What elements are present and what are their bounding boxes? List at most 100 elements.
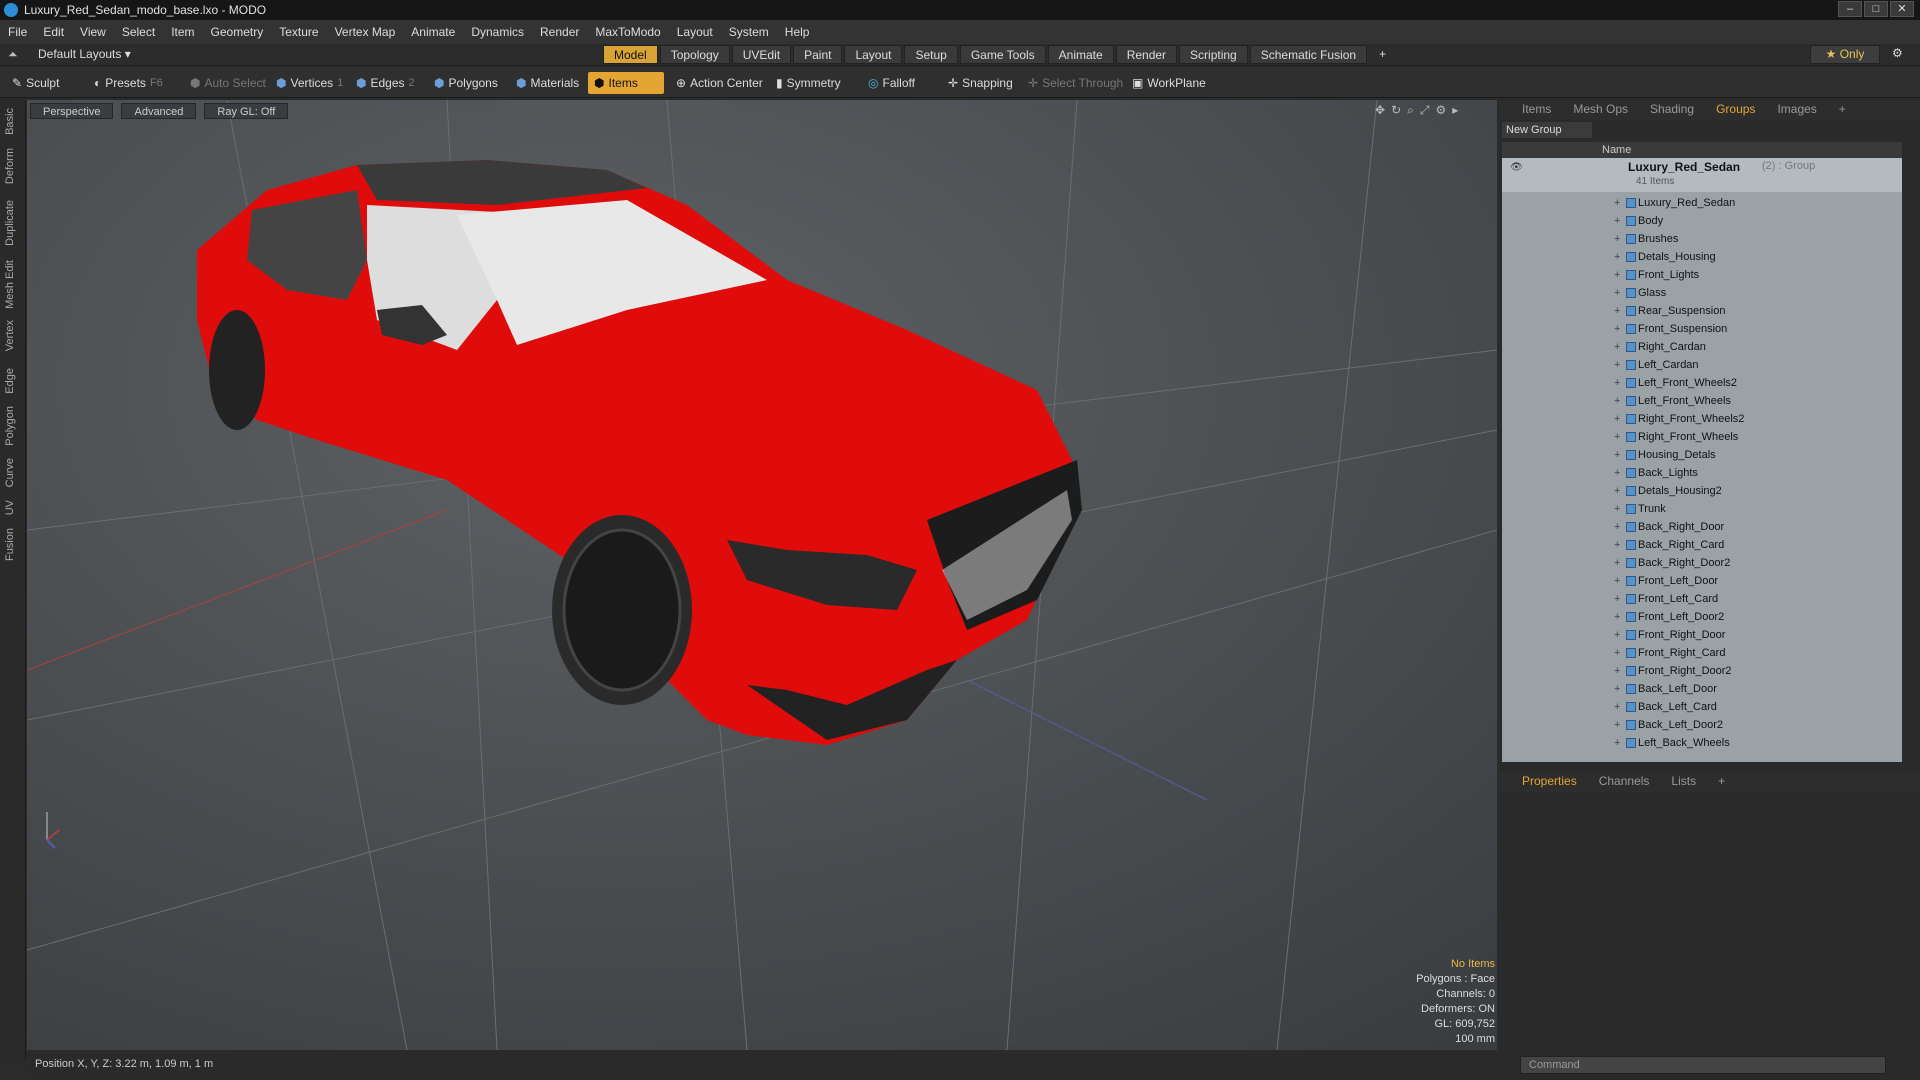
tab-vertex[interactable]: Vertex (4, 320, 22, 351)
snapping-button[interactable]: ✛ Snapping (942, 72, 1019, 94)
menu-file[interactable]: File (0, 25, 35, 39)
polygons-button[interactable]: ⬢ Polygons (428, 72, 504, 94)
layout-dropdown[interactable]: Default Layouts ▾ (38, 47, 131, 61)
tab-images[interactable]: Images (1767, 100, 1826, 120)
menu-layout[interactable]: Layout (669, 25, 721, 39)
tab-lists[interactable]: Lists (1661, 772, 1706, 792)
menu-system[interactable]: System (721, 25, 777, 39)
tab-mesh-edit[interactable]: Mesh Edit (4, 260, 22, 309)
list-item[interactable]: + Back_Right_Door (1502, 518, 1902, 536)
select-through-button[interactable]: ✛ Select Through (1022, 72, 1129, 94)
expand-icon[interactable]: + (1614, 230, 1620, 248)
only-button[interactable]: ★ Only (1810, 45, 1880, 64)
expand-icon[interactable]: + (1614, 716, 1620, 734)
menu-texture[interactable]: Texture (271, 25, 326, 39)
menu-select[interactable]: Select (114, 25, 163, 39)
add-properties-tab-icon[interactable]: + (1708, 772, 1735, 792)
menu-edit[interactable]: Edit (35, 25, 72, 39)
menu-render[interactable]: Render (532, 25, 587, 39)
list-item[interactable]: + Right_Front_Wheels2 (1502, 410, 1902, 428)
shading-mode-button[interactable]: Advanced (121, 103, 197, 119)
expand-icon[interactable]: + (1614, 644, 1620, 662)
list-item[interactable]: + Front_Right_Door (1502, 626, 1902, 644)
tab-scripting[interactable]: Scripting (1179, 45, 1248, 64)
viewport-settings-icon[interactable]: ⚙ (1435, 103, 1446, 118)
command-input[interactable]: Command (1520, 1056, 1886, 1074)
menu-help[interactable]: Help (777, 25, 818, 39)
new-group-button[interactable]: New Group (1502, 122, 1592, 138)
materials-button[interactable]: ⬢ Materials (510, 72, 585, 94)
items-button[interactable]: ⬢ Items (588, 72, 664, 94)
tab-basic[interactable]: Basic (4, 108, 22, 135)
tab-properties[interactable]: Properties (1512, 772, 1587, 792)
group-row[interactable]: 👁 Luxury_Red_Sedan (2) : Group 41 Items (1502, 158, 1902, 192)
edges-button[interactable]: ⬢ Edges 2 (350, 72, 421, 94)
tab-layout[interactable]: Layout (844, 45, 903, 64)
list-item[interactable]: + Housing_Detals (1502, 446, 1902, 464)
zoom-icon[interactable]: ⌕ (1407, 103, 1414, 118)
expand-icon[interactable]: + (1614, 590, 1620, 608)
tab-uvedit[interactable]: UVEdit (731, 45, 792, 64)
list-item[interactable]: + Front_Left_Card (1502, 590, 1902, 608)
expand-icon[interactable]: + (1614, 572, 1620, 590)
workplane-button[interactable]: ▣ WorkPlane (1126, 72, 1212, 94)
list-item[interactable]: + Front_Left_Door2 (1502, 608, 1902, 626)
menu-item[interactable]: Item (163, 25, 202, 39)
list-item[interactable]: + Front_Left_Door (1502, 572, 1902, 590)
expand-icon[interactable]: + (1614, 608, 1620, 626)
list-item[interactable]: + Back_Right_Card (1502, 536, 1902, 554)
tab-schematic-fusion[interactable]: Schematic Fusion (1249, 45, 1368, 64)
raygl-button[interactable]: Ray GL: Off (204, 103, 289, 119)
tab-mesh-ops[interactable]: Mesh Ops (1563, 100, 1638, 120)
tab-edge[interactable]: Edge (4, 368, 22, 394)
add-tab-icon[interactable]: + (1369, 45, 1396, 64)
list-item[interactable]: + Back_Left_Card (1502, 698, 1902, 716)
expand-icon[interactable]: + (1614, 266, 1620, 284)
list-item[interactable]: + Detals_Housing2 (1502, 482, 1902, 500)
expand-icon[interactable]: + (1614, 212, 1620, 230)
list-item[interactable]: + Right_Front_Wheels (1502, 428, 1902, 446)
list-item[interactable]: + Back_Right_Door2 (1502, 554, 1902, 572)
layout-menu-icon[interactable]: ⏶ (8, 47, 18, 62)
menu-vertex-map[interactable]: Vertex Map (327, 25, 404, 39)
tab-model[interactable]: Model (603, 45, 658, 64)
expand-icon[interactable]: + (1614, 680, 1620, 698)
expand-icon[interactable]: + (1614, 446, 1620, 464)
tab-shading[interactable]: Shading (1640, 100, 1704, 120)
expand-icon[interactable]: + (1614, 338, 1620, 356)
vertices-button[interactable]: ⬢ Vertices 1 (270, 72, 349, 94)
list-item[interactable]: + Left_Front_Wheels (1502, 392, 1902, 410)
fit-icon[interactable]: ⤢ (1420, 103, 1430, 118)
expand-icon[interactable]: + (1614, 302, 1620, 320)
3d-viewport[interactable] (27, 100, 1497, 1050)
expand-icon[interactable]: + (1614, 554, 1620, 572)
pan-icon[interactable]: ✥ (1375, 103, 1385, 118)
minimize-button[interactable]: – (1838, 1, 1862, 17)
tab-game-tools[interactable]: Game Tools (959, 45, 1046, 64)
tab-items[interactable]: Items (1512, 100, 1561, 120)
tab-paint[interactable]: Paint (793, 45, 843, 64)
name-column-header[interactable]: Name (1502, 142, 1902, 158)
add-panel-tab-icon[interactable]: + (1829, 100, 1856, 120)
tab-uv[interactable]: UV (4, 500, 22, 515)
tab-polygon[interactable]: Polygon (4, 406, 22, 446)
list-item[interactable]: + Body (1502, 212, 1902, 230)
falloff-button[interactable]: ◎ Falloff (862, 72, 921, 94)
auto-select-button[interactable]: ⬢ Auto Select (184, 72, 272, 94)
tab-deform[interactable]: Deform (4, 148, 22, 184)
menu-maxtomodo[interactable]: MaxToModo (587, 25, 668, 39)
tab-groups[interactable]: Groups (1706, 100, 1765, 120)
close-button[interactable]: ✕ (1890, 1, 1914, 17)
tab-duplicate[interactable]: Duplicate (4, 200, 22, 246)
menu-animate[interactable]: Animate (403, 25, 463, 39)
expand-icon[interactable]: + (1614, 734, 1620, 752)
list-item[interactable]: + Left_Back_Wheels (1502, 734, 1902, 752)
expand-icon[interactable]: + (1614, 662, 1620, 680)
list-item[interactable]: + Trunk (1502, 500, 1902, 518)
expand-icon[interactable]: + (1614, 698, 1620, 716)
visibility-eye-icon[interactable]: 👁 (1510, 162, 1523, 173)
tab-fusion[interactable]: Fusion (4, 528, 22, 561)
list-item[interactable]: + Back_Left_Door (1502, 680, 1902, 698)
expand-icon[interactable]: + (1614, 284, 1620, 302)
expand-icon[interactable]: + (1614, 428, 1620, 446)
